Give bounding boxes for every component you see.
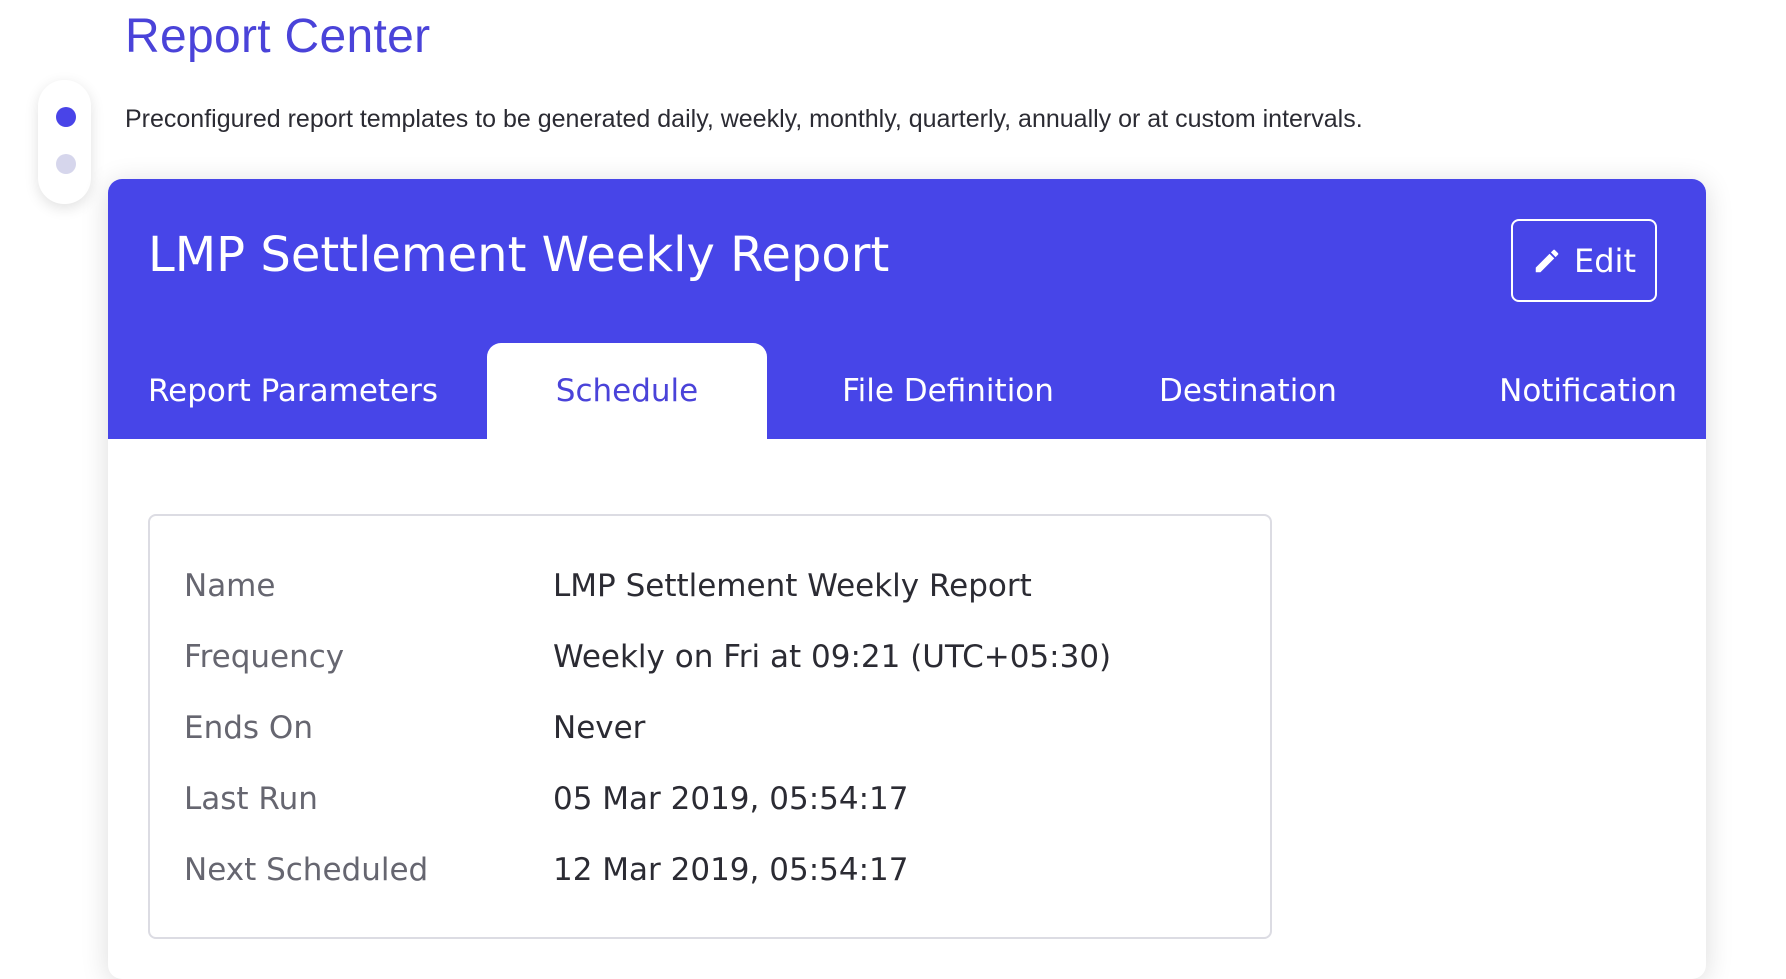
tab-notification[interactable]: Notification bbox=[1477, 343, 1677, 439]
detail-label: Next Scheduled bbox=[184, 852, 429, 888]
report-card: LMP Settlement Weekly Report Edit Report… bbox=[108, 179, 1706, 979]
report-title: LMP Settlement Weekly Report bbox=[148, 227, 890, 283]
detail-value: 12 Mar 2019, 05:54:17 bbox=[553, 852, 909, 888]
detail-row-name: Name LMP Settlement Weekly Report bbox=[184, 556, 1032, 616]
detail-row-last-run: Last Run 05 Mar 2019, 05:54:17 bbox=[184, 769, 908, 829]
report-card-header: LMP Settlement Weekly Report Edit Report… bbox=[108, 179, 1706, 439]
page-subtitle: Preconfigured report templates to be gen… bbox=[125, 105, 1363, 133]
detail-value: 05 Mar 2019, 05:54:17 bbox=[553, 781, 909, 817]
page-title: Report Center bbox=[125, 10, 431, 63]
edit-button-label: Edit bbox=[1574, 241, 1636, 280]
step-dot-inactive[interactable] bbox=[56, 154, 76, 174]
detail-label: Ends On bbox=[184, 710, 313, 746]
tab-schedule[interactable]: Schedule bbox=[487, 343, 767, 439]
tab-report-parameters[interactable]: Report Parameters bbox=[148, 343, 448, 439]
detail-label: Frequency bbox=[184, 639, 345, 675]
detail-value: LMP Settlement Weekly Report bbox=[553, 568, 1032, 604]
tab-destination[interactable]: Destination bbox=[1148, 343, 1348, 439]
detail-label: Name bbox=[184, 568, 276, 604]
detail-label: Last Run bbox=[184, 781, 318, 817]
edit-button[interactable]: Edit bbox=[1511, 219, 1657, 302]
detail-row-frequency: Frequency Weekly on Fri at 09:21 (UTC+05… bbox=[184, 627, 1111, 687]
detail-value: Weekly on Fri at 09:21 (UTC+05:30) bbox=[553, 639, 1112, 675]
schedule-details-panel: Name LMP Settlement Weekly Report Freque… bbox=[148, 514, 1272, 939]
step-dot-active[interactable] bbox=[56, 107, 76, 127]
detail-value: Never bbox=[553, 710, 646, 746]
detail-row-next-scheduled: Next Scheduled 12 Mar 2019, 05:54:17 bbox=[184, 840, 908, 900]
step-indicator bbox=[38, 80, 91, 204]
detail-row-ends-on: Ends On Never bbox=[184, 698, 645, 758]
pencil-icon bbox=[1532, 246, 1562, 276]
tab-file-definition[interactable]: File Definition bbox=[828, 343, 1068, 439]
